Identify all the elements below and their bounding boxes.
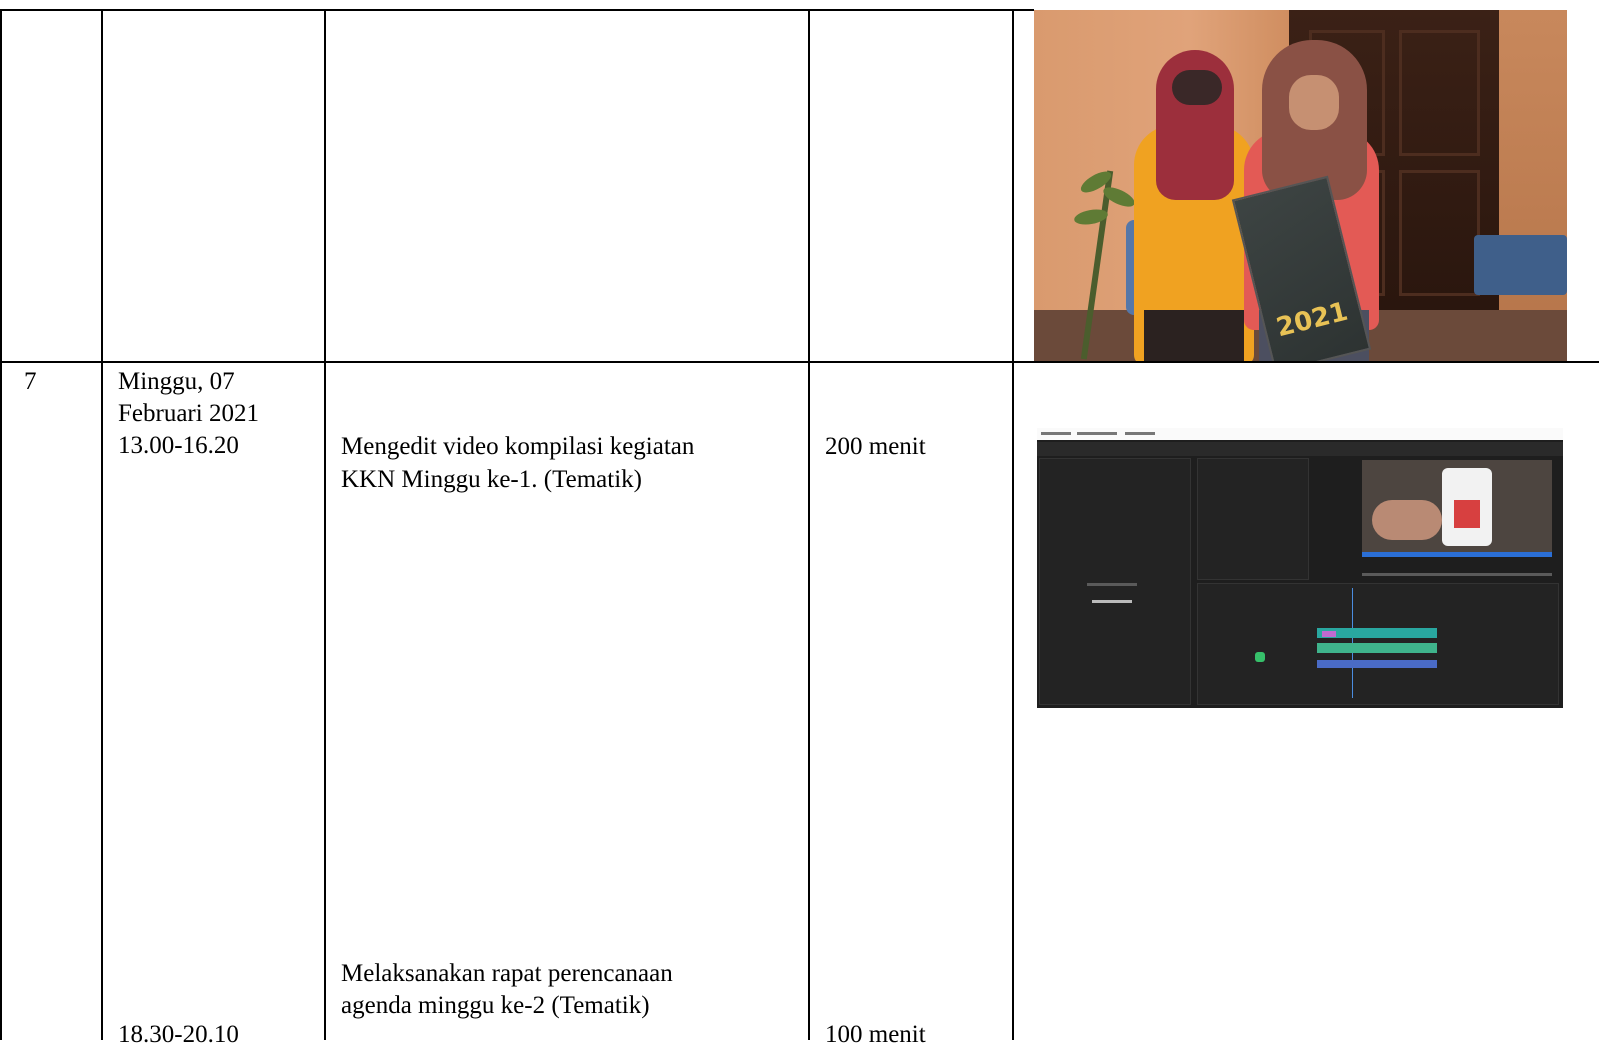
row-time-1: 13.00-16.20 bbox=[118, 432, 239, 459]
row-time-2: 18.30-20.10 bbox=[118, 1021, 239, 1048]
row-number: 7 bbox=[24, 368, 37, 395]
row-duration-2: 100 menit bbox=[825, 1021, 926, 1048]
table-border-top bbox=[0, 9, 1034, 11]
documentation-screenshot-video-editor bbox=[1037, 428, 1563, 708]
column-divider-activity bbox=[808, 10, 810, 1040]
row-activity-1-line-1: Mengedit video kompilasi kegiatan bbox=[341, 433, 695, 460]
row-date-line-2: Februari 2021 bbox=[118, 400, 259, 427]
row-activity-2-line-1: Melaksanakan rapat perencanaan bbox=[341, 960, 673, 987]
row-activity-2-line-2: agenda minggu ke-2 (Tematik) bbox=[341, 992, 650, 1019]
column-divider-date bbox=[324, 10, 326, 1040]
row-duration-1: 200 menit bbox=[825, 433, 926, 460]
row-divider bbox=[0, 361, 1599, 363]
column-divider-number bbox=[101, 10, 103, 1040]
documentation-photo-banner: 2021 bbox=[1034, 10, 1567, 361]
table-border-left bbox=[0, 10, 2, 1040]
row-activity-1-line-2: KKN Minggu ke-1. (Tematik) bbox=[341, 466, 642, 493]
row-date-line-1: Minggu, 07 bbox=[118, 368, 235, 395]
column-divider-duration bbox=[1012, 10, 1014, 1040]
